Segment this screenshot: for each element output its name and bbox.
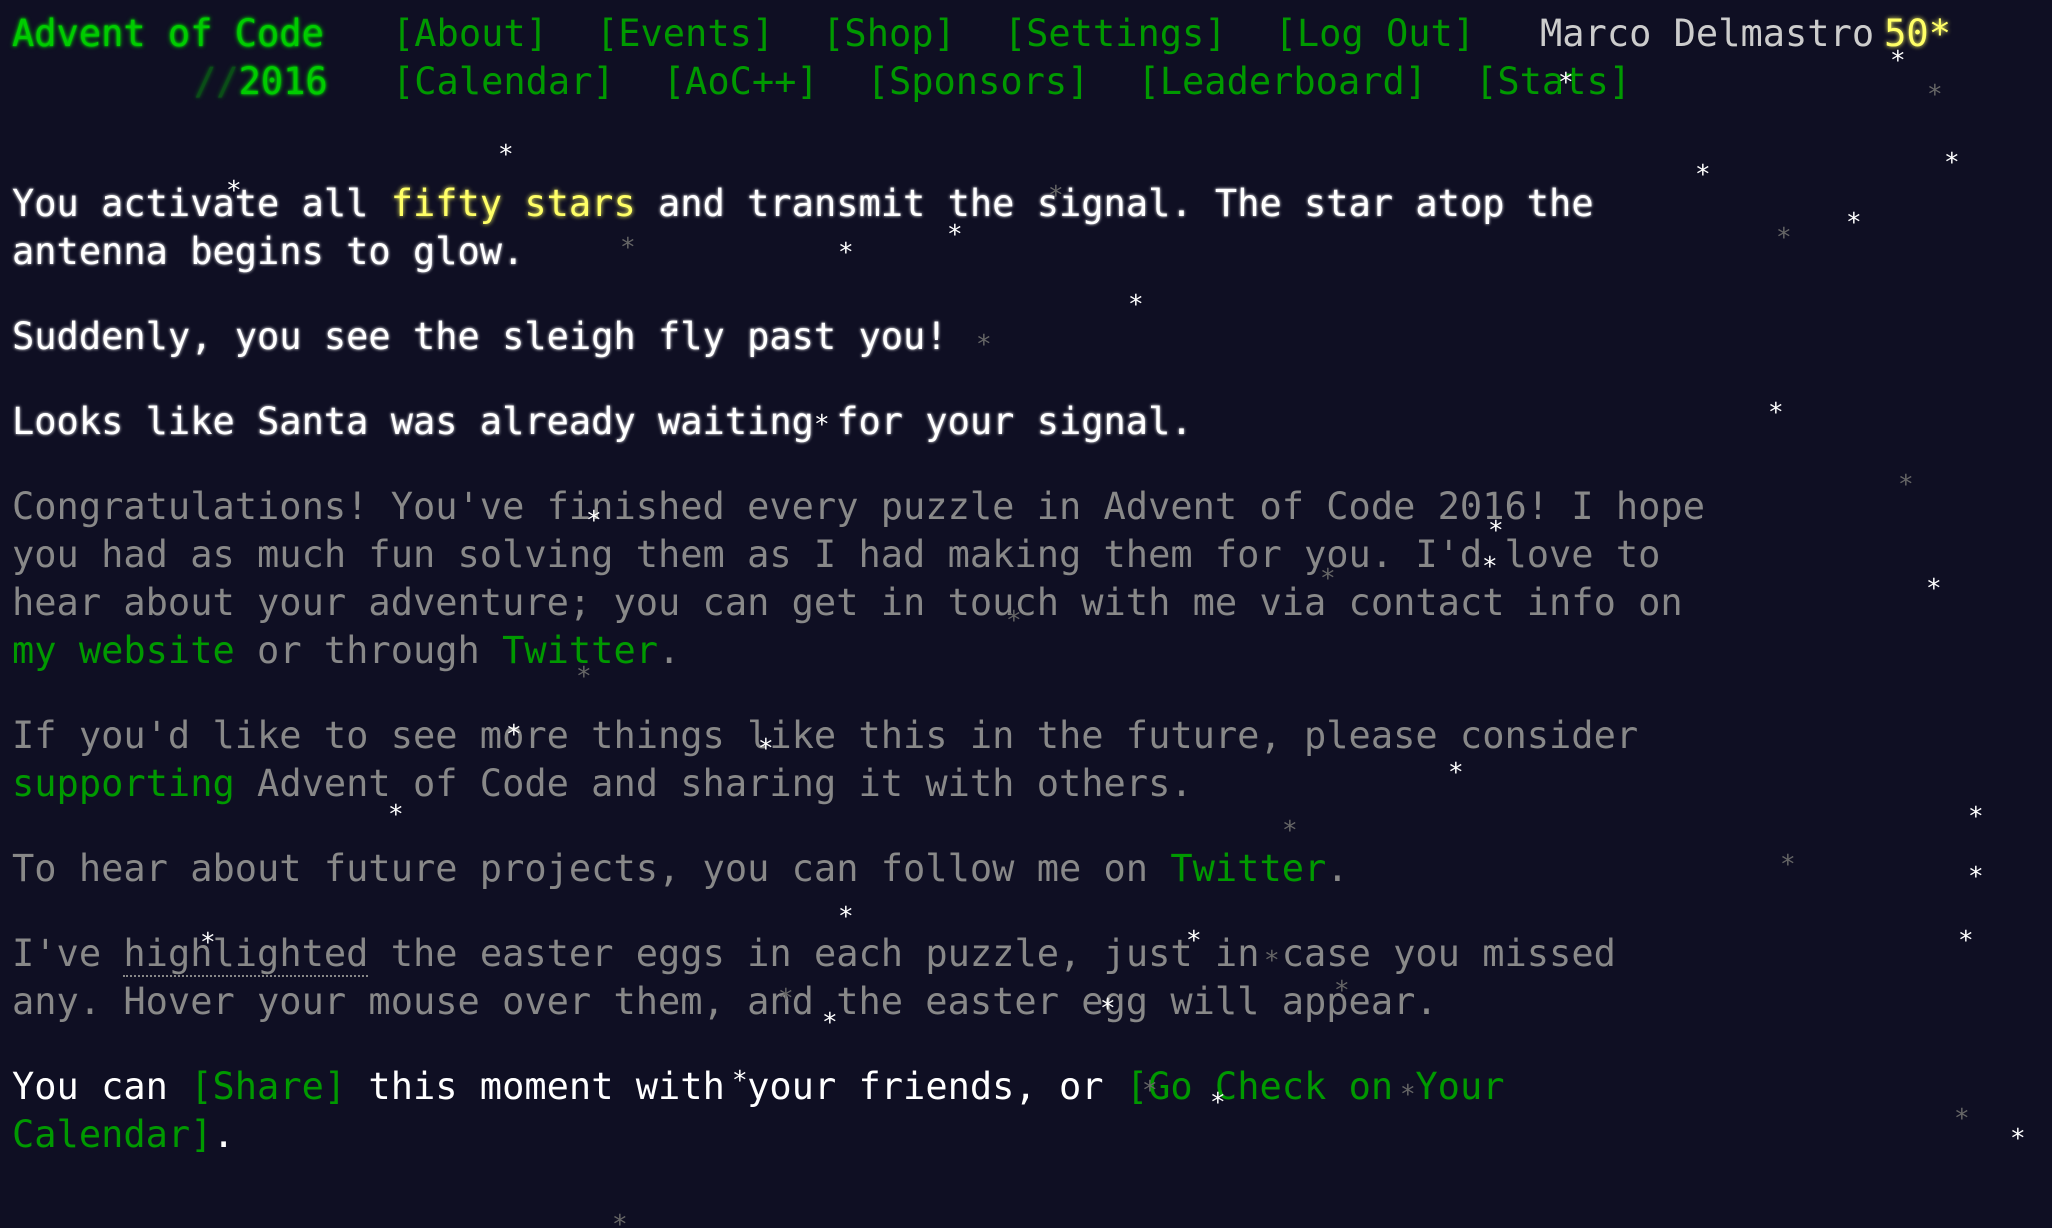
paragraph-support: If you'd like to see more things like th…: [12, 712, 1712, 808]
nav-logout[interactable]: [Log Out]: [1275, 12, 1475, 55]
star-decoration: *: [1846, 208, 1862, 238]
star-decoration: *: [1926, 574, 1942, 604]
main-article: You activate all fifty stars and transmi…: [12, 180, 1712, 1196]
main-nav: [About] [Events] [Shop] [Settings] [Log Out]: [392, 12, 1523, 55]
nav-about[interactable]: [About]: [392, 12, 548, 55]
text-segment: You activate all: [12, 182, 391, 225]
nav-shop[interactable]: [Shop]: [822, 12, 956, 55]
paragraph-santa: Looks like Santa was already waiting for…: [12, 400, 1193, 443]
text-segment: .: [212, 1113, 235, 1156]
nav-events[interactable]: [Events]: [596, 12, 774, 55]
star-decoration: *: [1954, 1104, 1970, 1134]
nav-stats[interactable]: [Stats]: [1475, 60, 1631, 103]
star-decoration: *: [1968, 862, 1984, 892]
text-segment: .: [1326, 847, 1349, 890]
text-segment: If you'd like to see more things like th…: [12, 714, 1639, 757]
year-prefix: //: [194, 60, 239, 103]
star-decoration: *: [1968, 802, 1984, 832]
text-segment: Advent of Code and sharing it with other…: [234, 762, 1193, 805]
star-decoration: *: [1944, 148, 1960, 178]
star-decoration: *: [1898, 470, 1914, 500]
my-website-link[interactable]: my website: [12, 629, 235, 672]
user-star-count: 50*: [1884, 12, 1951, 55]
event-nav: [Calendar] [AoC++] [Sponsors] [Leaderboard]…: [392, 60, 1679, 103]
paragraph-congratulations: Congratulations! You've finished every p…: [12, 483, 1712, 675]
text-segment: Congratulations! You've finished every p…: [12, 485, 1705, 624]
user-name: Marco Delmastro: [1540, 12, 1875, 55]
text-segment: .: [658, 629, 681, 672]
paragraph-easter-eggs: I've highlighted the easter eggs in each…: [12, 930, 1712, 1026]
text-segment: or through: [234, 629, 503, 672]
star-decoration: *: [498, 140, 514, 170]
star-decoration: *: [1776, 223, 1792, 253]
supporting-link[interactable]: supporting: [12, 762, 235, 805]
twitter-follow-link[interactable]: Twitter: [1170, 847, 1326, 890]
year-number: 2016: [238, 60, 328, 103]
paragraph-future-projects: To hear about future projects, you can f…: [12, 845, 1712, 893]
event-year[interactable]: //2016: [194, 60, 328, 103]
paragraph-activate: You activate all fifty stars and transmi…: [12, 180, 1712, 276]
text-segment: I've: [12, 932, 124, 975]
paragraph-sleigh: Suddenly, you see the sleigh fly past yo…: [12, 315, 948, 358]
twitter-link[interactable]: Twitter: [502, 629, 658, 672]
nav-aocplusplus[interactable]: [AoC++]: [663, 60, 819, 103]
highlighted-easter-egg[interactable]: highlighted: [123, 932, 369, 977]
star-decoration: *: [1780, 850, 1796, 880]
star-decoration: *: [1958, 926, 1974, 956]
share-link[interactable]: [Share]: [190, 1065, 346, 1108]
site-title-link[interactable]: Advent of Code: [12, 12, 324, 55]
star-decoration: *: [1927, 80, 1943, 110]
text-segment: this moment with your friends, or: [346, 1065, 1126, 1108]
nav-leaderboard[interactable]: [Leaderboard]: [1137, 60, 1427, 103]
user-info: Marco Delmastro 50*: [1540, 12, 1951, 55]
star-decoration: *: [1768, 398, 1784, 428]
paragraph-share: You can [Share] this moment with your fr…: [12, 1063, 1712, 1159]
text-segment: You can: [12, 1065, 191, 1108]
nav-sponsors[interactable]: [Sponsors]: [867, 60, 1090, 103]
nav-calendar[interactable]: [Calendar]: [392, 60, 615, 103]
star-decoration: *: [2010, 1124, 2026, 1154]
star-decoration: *: [612, 1210, 628, 1228]
nav-settings[interactable]: [Settings]: [1004, 12, 1227, 55]
text-segment: To hear about future projects, you can f…: [12, 847, 1171, 890]
fifty-stars-highlight: fifty stars: [390, 182, 636, 225]
